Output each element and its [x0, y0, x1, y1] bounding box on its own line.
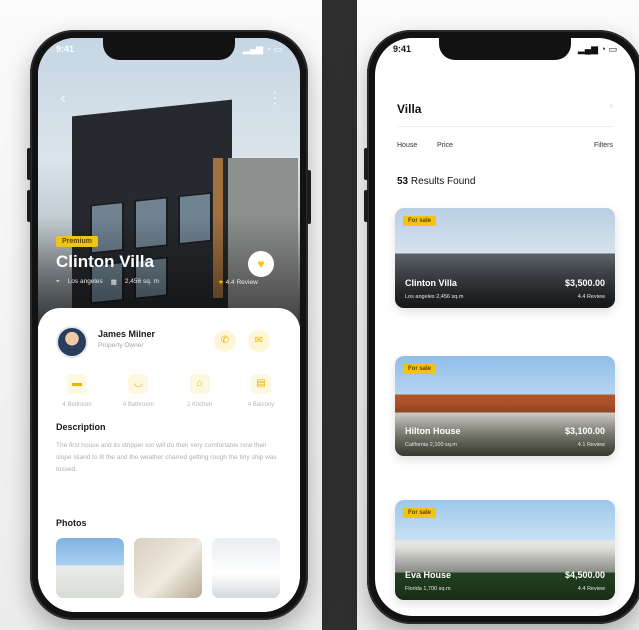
kitchen-icon: ⌂: [189, 374, 210, 394]
property-meta: ⌖ Los angeles ▦ 2,456 sq. m ★ 4.4 Review: [56, 278, 258, 286]
property-card[interactable]: For sale Eva House $4,500.00 Florida 1,7…: [395, 500, 615, 600]
amenities-list: ▬ 4 Bedroom ◡ 4 Bathroom ⌂ 2 Kitchen ▤ 4…: [50, 374, 288, 408]
property-rating: ★ 4.4 Review: [218, 278, 258, 286]
card-price: $3,100.00: [564, 426, 605, 436]
filter-price[interactable]: Price: [437, 142, 453, 149]
photo-thumbnail[interactable]: [56, 538, 124, 598]
favorite-icon[interactable]: ♥: [248, 251, 274, 277]
status-bar: 9:41 ▂▄▆ ◔ ▭: [393, 44, 617, 58]
page-title: Villa: [397, 102, 422, 116]
status-time: 9:41: [56, 44, 75, 54]
property-location: Los angeles: [67, 278, 103, 285]
premium-tag: Premium: [56, 236, 98, 247]
status-icons: ▂▄▆ ◔ ▭: [242, 44, 282, 54]
property-card[interactable]: For sale Hilton House $3,100.00 Californ…: [395, 356, 615, 456]
card-title: Hilton House: [405, 426, 461, 436]
photo-gallery: [56, 538, 280, 598]
results-number: 53: [397, 176, 409, 187]
balcony-icon: ▤: [250, 374, 271, 394]
filter-bar: House Price Filters: [397, 142, 613, 156]
photos-heading: Photos: [56, 518, 87, 528]
phone-side-button: [364, 190, 368, 222]
detail-sheet: James Milner Property Owner ✆ ✉ ▬ 4 Bedr…: [38, 308, 300, 612]
amenity-balcony: ▤ 4 Balcony: [234, 374, 288, 408]
card-meta: Los angeles 2,456 sq.m: [405, 294, 464, 300]
phone-side-button: [27, 148, 31, 180]
amenity-bedroom: ▬ 4 Bedroom: [50, 374, 104, 408]
phone-icon[interactable]: ✆: [214, 330, 236, 352]
filter-house[interactable]: House: [397, 142, 417, 149]
amenity-label: 2 Kitchen: [187, 402, 213, 408]
message-icon[interactable]: ✉: [248, 330, 270, 352]
avatar[interactable]: [56, 326, 88, 358]
description-heading: Description: [56, 422, 106, 432]
amenity-label: 4 Bathroom: [122, 402, 154, 408]
detail-phone: 9:41 ▂▄▆ ◔ ▭ ‹ ⋮ Premium Clinton Villa ⌖…: [27, 30, 311, 620]
card-tag: For sale: [403, 216, 437, 226]
back-icon[interactable]: ‹: [54, 90, 72, 108]
results-screen: 9:41 ▂▄▆ ◔ ▭ Villa › House Price Filters…: [375, 38, 635, 616]
bath-icon: ◡: [128, 374, 149, 394]
phone-side-button: [27, 190, 31, 222]
status-icons: ▂▄▆ ◔ ▭: [577, 44, 617, 54]
amenity-bathroom: ◡ 4 Bathroom: [111, 374, 165, 408]
location-icon: ⌖: [56, 278, 60, 285]
amenity-kitchen: ⌂ 2 Kitchen: [173, 374, 227, 408]
card-title: Eva House: [405, 570, 452, 580]
title-divider: [397, 126, 613, 127]
property-card[interactable]: For sale Clinton Villa $3,500.00 Los ang…: [395, 208, 615, 308]
phone-side-button: [364, 148, 368, 180]
phone-power-button: [307, 170, 311, 224]
property-size: 2,456 sq. m: [124, 278, 159, 285]
card-meta: Florida 1,700 sq.m: [405, 586, 451, 592]
card-rating: 4.1 Review: [577, 442, 605, 448]
description-text: The first house and its stripper too wil…: [56, 442, 277, 473]
card-tag: For sale: [403, 364, 437, 374]
results-count: 53 Results Found: [397, 176, 475, 187]
detail-screen: 9:41 ▂▄▆ ◔ ▭ ‹ ⋮ Premium Clinton Villa ⌖…: [38, 38, 300, 612]
status-bar: 9:41 ▂▄▆ ◔ ▭: [56, 44, 282, 58]
bed-icon: ▬: [67, 374, 87, 394]
amenity-label: 4 Balcony: [247, 402, 275, 408]
property-title: Clinton Villa: [56, 252, 154, 271]
filters-button[interactable]: Filters: [594, 142, 613, 149]
star-icon: ★: [218, 279, 224, 286]
card-price: $4,500.00: [564, 570, 605, 580]
photo-thumbnail[interactable]: [212, 538, 280, 598]
card-tag: For sale: [403, 508, 437, 518]
amenity-label: 4 Bedroom: [62, 402, 92, 408]
rating-text: 4.4 Review: [225, 279, 258, 286]
divider: [322, 0, 357, 630]
status-time: 9:41: [393, 44, 412, 54]
card-title: Clinton Villa: [405, 278, 457, 288]
results-phone: 9:41 ▂▄▆ ◔ ▭ Villa › House Price Filters…: [364, 30, 639, 624]
results-label: Results Found: [410, 176, 476, 187]
photo-thumbnail[interactable]: [134, 538, 202, 598]
more-icon[interactable]: ›: [609, 100, 613, 112]
share-icon[interactable]: ⋮: [266, 90, 284, 108]
agent-role: Property Owner: [98, 342, 144, 349]
card-meta: California 2,100 sq.m: [405, 442, 457, 448]
agent-name: James Milner: [98, 329, 156, 339]
card-rating: 4.4 Review: [577, 586, 605, 592]
card-price: $3,500.00: [564, 278, 605, 288]
card-rating: 4.4 Review: [577, 294, 605, 300]
area-icon: ▦: [110, 279, 117, 286]
